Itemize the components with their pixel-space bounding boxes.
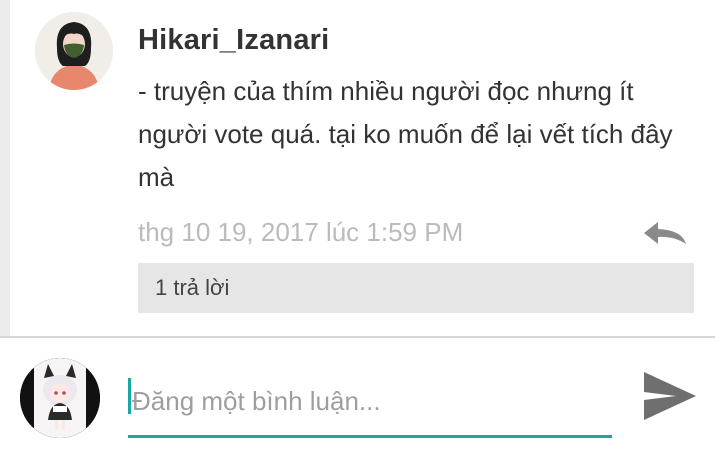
comment-input[interactable] <box>128 368 612 438</box>
view-replies-button[interactable]: 1 trả lời <box>138 263 694 313</box>
comment-body: - truyện của thím nhiều người đọc nhưng … <box>138 76 673 192</box>
comment-timestamp: thg 10 19, 2017 lúc 1:59 PM <box>138 217 464 247</box>
comment-card: Hikari_Izanari - truyện của thím nhiều n… <box>10 0 715 336</box>
send-icon[interactable] <box>640 368 698 424</box>
text-cursor <box>128 378 131 414</box>
commenter-avatar[interactable] <box>35 12 113 90</box>
compose-bar <box>0 338 715 456</box>
user-avatar[interactable] <box>20 358 100 438</box>
comment-author[interactable]: Hikari_Izanari <box>138 24 329 57</box>
reply-arrow-icon[interactable] <box>642 218 688 248</box>
